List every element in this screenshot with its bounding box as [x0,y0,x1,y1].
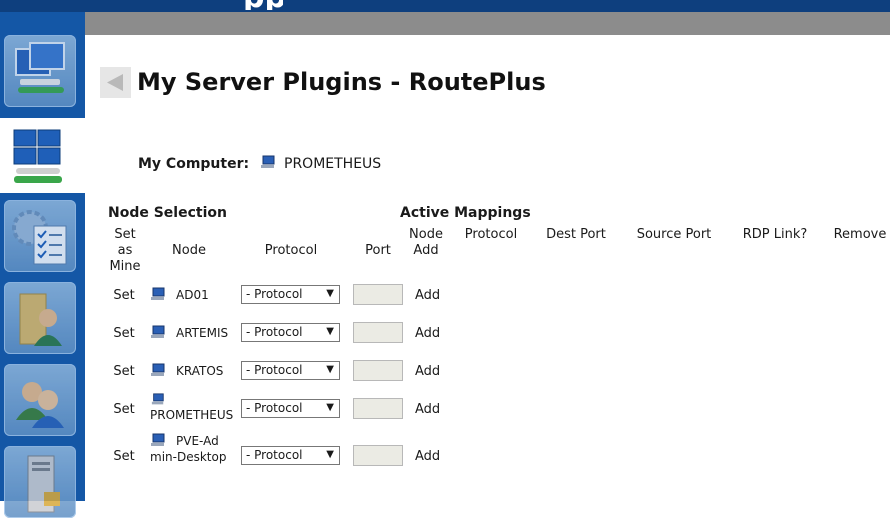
server-plugins-icon [13,129,62,183]
node-cell: AD01 [150,287,209,303]
node-name: ARTEMIS [176,326,229,340]
col-rdp-link: RDP Link? [742,227,808,242]
add-link[interactable]: Add [415,402,440,417]
node-cell: ARTEMIS [150,325,228,341]
sidebar-item-server-plugins[interactable] [0,118,85,193]
computer-icon [260,155,275,168]
banner-title-fragment: pp [243,0,283,10]
add-link[interactable]: Add [415,449,440,464]
node-computer-icon [151,363,165,376]
port-input[interactable] [353,398,403,419]
col-port: Port [365,243,391,258]
node-selection-heading: Node Selection [108,205,227,221]
node-name: PROMETHEUS [150,408,234,422]
node-computer-icon [151,393,164,405]
back-arrow-icon [107,74,123,91]
sidebar-item-users[interactable] [4,364,76,436]
protocol-select-value: - Protocol [246,363,303,377]
dropdown-arrow-icon: ▼ [326,449,334,460]
protocol-select-value: - Protocol [246,325,303,339]
protocol-select[interactable]: - Protocol ▼ [241,285,340,304]
dropdown-arrow-icon: ▼ [326,326,334,337]
my-computer-label: My Computer: [138,156,250,172]
col-set-as-mine: Set as Mine [109,227,141,274]
dropdown-arrow-icon: ▼ [326,288,334,299]
sidebar-item-settings[interactable] [4,200,76,272]
protocol-select-value: - Protocol [246,448,303,462]
my-computer-name: PROMETHEUS [284,156,382,172]
server-lock-icon [27,455,60,513]
add-link[interactable]: Add [415,326,440,341]
dropdown-arrow-icon: ▼ [326,364,334,375]
protocol-select-value: - Protocol [246,287,303,301]
port-input[interactable] [353,360,403,381]
sidebar-item-server-lock[interactable] [4,446,76,518]
node-cell: KRATOS [150,363,223,379]
user-folder-icon [19,293,62,346]
add-link[interactable]: Add [415,364,440,379]
col-mapping-protocol: Protocol [464,227,518,242]
col-node: Node [172,243,206,258]
node-name: AD01 [176,288,209,302]
col-protocol: Protocol [264,243,318,258]
port-input[interactable] [353,445,403,466]
node-cell: PVE-Admin-Desktop [150,433,230,465]
top-banner: pp [0,0,890,12]
protocol-select[interactable]: - Protocol ▼ [241,399,340,418]
sidebar-item-user-folder[interactable] [4,282,76,354]
port-input[interactable] [353,322,403,343]
add-link[interactable]: Add [415,288,440,303]
protocol-select[interactable]: - Protocol ▼ [241,361,340,380]
col-remove: Remove [833,227,887,242]
sidebar [0,12,85,518]
protocol-select[interactable]: - Protocol ▼ [241,323,340,342]
node-cell: PROMETHEUS [150,393,236,423]
set-link[interactable]: Set [113,288,135,303]
protocol-select[interactable]: - Protocol ▼ [241,446,340,465]
my-computer-line: My Computer: PROMETHEUS [138,155,381,173]
toolbar-strip [85,12,890,35]
settings-checklist-icon [12,210,67,265]
col-dest-port: Dest Port [546,227,606,242]
port-input[interactable] [353,284,403,305]
network-computers-icon [15,42,65,93]
set-link[interactable]: Set [113,364,135,379]
back-button[interactable] [100,67,131,98]
node-computer-icon [151,325,165,338]
node-name: KRATOS [176,364,224,378]
col-node-add: Node Add [409,227,443,258]
node-computer-icon [151,287,165,300]
users-icon [16,382,64,428]
page-title: My Server Plugins - RoutePlus [137,68,546,96]
col-source-port: Source Port [636,227,712,242]
sidebar-item-network[interactable] [4,35,76,107]
protocol-select-value: - Protocol [246,401,303,415]
set-link[interactable]: Set [113,402,135,417]
active-mappings-heading: Active Mappings [400,205,531,221]
node-computer-icon [151,433,165,446]
dropdown-arrow-icon: ▼ [326,402,334,413]
set-link[interactable]: Set [113,326,135,341]
set-link[interactable]: Set [113,449,135,464]
